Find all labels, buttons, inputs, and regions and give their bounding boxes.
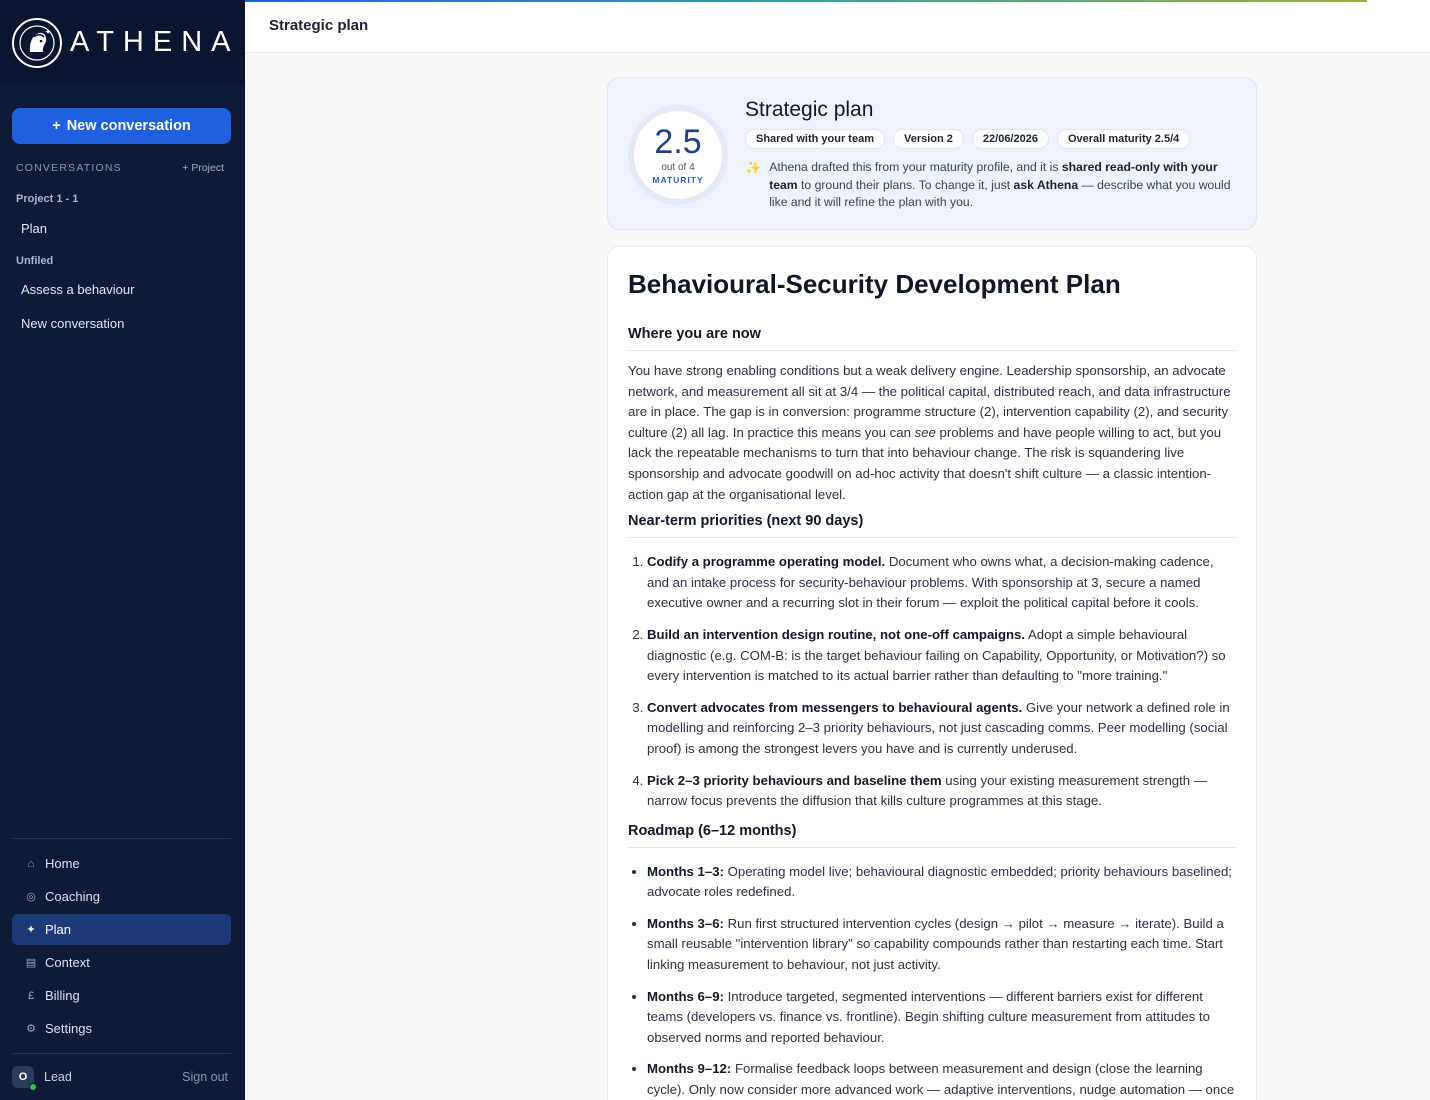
nav-item-plan[interactable]: ✦ Plan (12, 914, 231, 945)
section-heading-near-term: Near-term priorities (next 90 days) (628, 513, 1237, 539)
date-badge: 22/06/2026 (971, 129, 1049, 149)
maturity-score-label: MATURITY (652, 175, 704, 185)
nav-item-context[interactable]: ▤ Context (12, 947, 231, 978)
online-status-icon (29, 1083, 37, 1091)
sparkle-icon: ✦ (26, 924, 36, 936)
nav-item-label: Settings (45, 1021, 92, 1036)
section-heading-where: Where you are now (628, 326, 1237, 351)
list-item-bold: Convert advocates from messengers to beh… (647, 699, 1023, 715)
plus-icon: + (52, 118, 61, 134)
avatar[interactable]: O (12, 1066, 37, 1091)
home-icon: ⌂ (27, 857, 35, 870)
list-item: Codify a programme operating model. Docu… (647, 552, 1237, 614)
sign-out-link[interactable]: Sign out (182, 1070, 228, 1084)
list-item: Months 9–12: Formalise feedback loops be… (647, 1059, 1237, 1100)
group-label-project: Project 1 - 1 (16, 193, 79, 205)
nav-item-home[interactable]: ⌂ Home (12, 848, 231, 879)
nav-item-label: Coaching (45, 889, 100, 904)
list-item-bold: Months 1–3: (647, 863, 724, 879)
context-icon: ▤ (25, 957, 37, 969)
list-item-text: Operating model live; behavioural diagno… (647, 863, 1232, 900)
roadmap-list: Months 1–3: Operating model live; behavi… (628, 862, 1237, 1100)
athena-logo-icon (12, 17, 62, 68)
conversation-item-new-conversation[interactable]: New conversation (21, 316, 124, 331)
note-text: Athena drafted this from your maturity p… (769, 160, 1062, 174)
plan-summary-card: 2.5 out of 4 MATURITY Strategic plan Sha… (607, 77, 1257, 230)
nav-item-label: Plan (45, 922, 72, 937)
paragraph-emphasis: see (914, 424, 936, 440)
conversation-item-plan[interactable]: Plan (21, 221, 47, 236)
plan-chips: Shared with your team Version 2 22/06/20… (745, 129, 1191, 149)
nav-item-label: Context (45, 955, 90, 970)
plan-note-text: Athena drafted this from your maturity p… (769, 159, 1241, 212)
maturity-score-scale: out of 4 (661, 162, 695, 173)
coaching-icon: ◎ (26, 891, 36, 903)
nav-item-coaching[interactable]: ◎ Coaching (12, 881, 231, 912)
list-item-text: Run first structured intervention cycles… (647, 915, 1224, 973)
list-item-text: Formalise feedback loops between measure… (647, 1061, 1235, 1098)
logo-bar: ATHENA (0, 0, 245, 85)
list-item: Months 3–6: Run first structured interve… (647, 914, 1237, 976)
list-item-bold: Codify a programme operating model. (647, 554, 886, 570)
new-conversation-button[interactable]: + New conversation (12, 108, 231, 144)
version-badge: Version 2 (892, 129, 964, 149)
note-bold: ask Athena (1013, 177, 1079, 192)
group-label-unfiled: Unfiled (16, 255, 54, 267)
conversation-item-assess-behaviour[interactable]: Assess a behaviour (21, 282, 134, 297)
priorities-list: Codify a programme operating model. Docu… (628, 552, 1237, 812)
list-item: Months 1–3: Operating model live; behavi… (647, 862, 1237, 903)
top-bar: Strategic plan (245, 0, 1430, 53)
sidebar-divider (12, 1053, 231, 1054)
list-item: Pick 2–3 priority behaviours and baselin… (647, 771, 1237, 812)
list-item: Build an intervention design routine, no… (647, 625, 1237, 687)
sidebar-divider (12, 838, 231, 839)
user-name: Lead (44, 1070, 72, 1084)
nav-item-billing[interactable]: £ Billing (12, 980, 231, 1011)
conversations-title: CONVERSATIONS (16, 162, 122, 174)
sidebar: ATHENA + New conversation CONVERSATIONS … (0, 0, 245, 1100)
list-item-bold: Months 3–6: (647, 915, 724, 931)
plan-note: ✨ Athena drafted this from your maturity… (745, 159, 1241, 212)
plan-document: Behavioural-Security Development Plan Wh… (607, 246, 1257, 1100)
add-project-button[interactable]: + Project (182, 162, 224, 174)
plan-title: Strategic plan (745, 98, 874, 121)
nav-item-label: Home (45, 856, 80, 871)
new-conversation-label: New conversation (66, 118, 191, 134)
conversations-header: CONVERSATIONS + Project (16, 162, 224, 174)
note-text: to ground their plans. To change it, jus… (797, 177, 1014, 192)
list-item: Convert advocates from messengers to beh… (647, 698, 1237, 760)
avatar-initial: O (18, 1071, 28, 1083)
nav-item-settings[interactable]: ⚙ Settings (12, 1013, 231, 1044)
section-heading-roadmap: Roadmap (6–12 months) (628, 823, 1237, 848)
list-item-bold: Months 6–9: (647, 988, 724, 1004)
user-row: O Lead Sign out (12, 1065, 231, 1091)
top-accent-line (245, 0, 1367, 2)
list-item: Months 6–9: Introduce targeted, segmente… (647, 987, 1237, 1049)
overall-maturity-badge: Overall maturity 2.5/4 (1056, 129, 1191, 149)
maturity-score-ring: 2.5 out of 4 MATURITY (628, 105, 728, 205)
where-paragraph: You have strong enabling conditions but … (628, 361, 1237, 505)
shared-badge: Shared with your team (745, 129, 885, 149)
pound-icon: £ (27, 989, 35, 1002)
page-title: Strategic plan (269, 17, 369, 34)
document-title: Behavioural-Security Development Plan (628, 269, 1121, 299)
nav-item-label: Billing (45, 988, 80, 1003)
list-item-bold: Build an intervention design routine, no… (647, 626, 1026, 642)
list-item-text: Introduce targeted, segmented interventi… (647, 988, 1210, 1045)
list-item-bold: Pick 2–3 priority behaviours and baselin… (647, 772, 942, 788)
sparkle-icon: ✨ (745, 160, 762, 175)
gear-icon: ⚙ (26, 1023, 36, 1035)
logo-text: ATHENA (70, 26, 240, 58)
maturity-score: 2.5 (654, 123, 702, 161)
list-item-bold: Months 9–12: (647, 1061, 732, 1077)
